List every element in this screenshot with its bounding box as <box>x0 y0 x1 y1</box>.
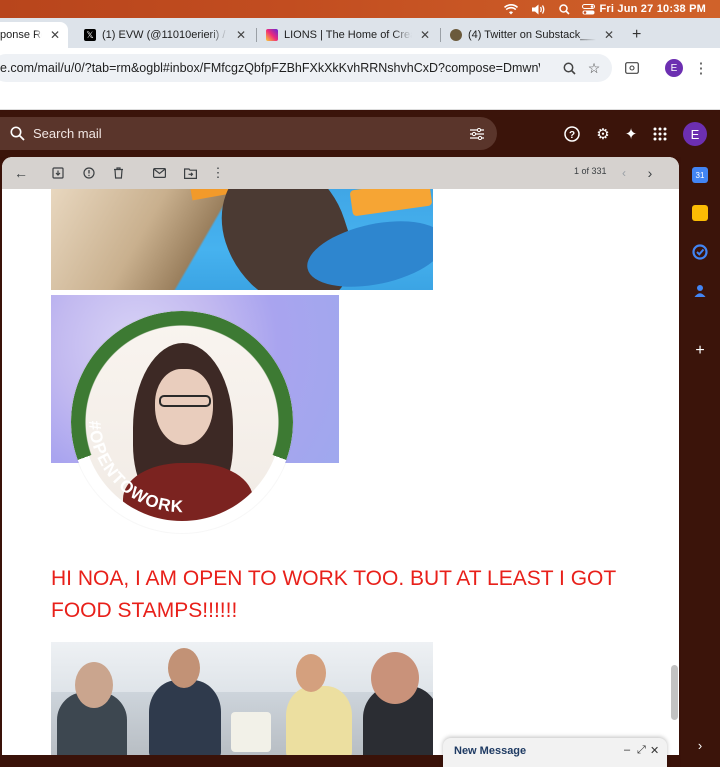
zoom-icon[interactable] <box>558 57 580 79</box>
google-apps-icon[interactable] <box>649 123 671 145</box>
browser-profile-avatar[interactable]: E <box>665 59 683 77</box>
browser-tab-strip: ponse Re: ✕ 𝕏 (1) EVW (@11010erieri) / X… <box>0 18 720 48</box>
close-icon[interactable]: ✕ <box>420 28 430 42</box>
compose-title[interactable]: New Message <box>454 745 526 757</box>
help-icon[interactable]: ? <box>561 123 583 145</box>
mail-reading-pane: ← ⋮ 1 of 331 ‹ › #OPENTOWORK HI NOA, I A… <box>2 157 679 755</box>
tasks-icon[interactable] <box>692 244 708 260</box>
menubar-clock[interactable]: Fri Jun 27 10:38 PM <box>599 2 706 16</box>
gemini-sparkle-icon[interactable]: ✦ <box>620 123 642 145</box>
minimize-icon[interactable]: – <box>624 744 630 756</box>
address-url[interactable]: e.com/mail/u/0/?tab=rm&ogbl#inbox/FMfcgz… <box>0 61 540 75</box>
move-to-folder-icon[interactable] <box>180 163 200 183</box>
tab-substack[interactable]: (4) Twitter on Substack___La ✕ <box>442 22 622 48</box>
mark-unread-icon[interactable] <box>149 163 169 183</box>
tab-lions[interactable]: LIONS | The Home of Creativi ✕ <box>258 22 438 48</box>
tab-gmail[interactable]: ponse Re: ✕ <box>0 22 68 48</box>
close-icon[interactable]: ✕ <box>604 28 614 42</box>
add-addon-icon[interactable]: + <box>692 342 708 359</box>
mail-action-toolbar: ← ⋮ 1 of 331 ‹ › <box>2 157 679 189</box>
new-message-compose-bar[interactable]: New Message – ⤢ ✕ <box>443 738 667 767</box>
search-placeholder[interactable]: Search mail <box>33 126 102 141</box>
expand-icon[interactable]: ⤢ <box>637 744 646 757</box>
address-bar[interactable]: e.com/mail/u/0/?tab=rm&ogbl#inbox/FMfcgz… <box>0 54 612 82</box>
contacts-icon[interactable] <box>692 283 708 299</box>
search-icon[interactable] <box>10 126 25 141</box>
instagram-icon <box>266 29 278 41</box>
message-pager: 1 of 331 <box>574 166 607 176</box>
tab-title: LIONS | The Home of Creativi <box>284 29 412 41</box>
wifi-icon[interactable] <box>504 2 518 16</box>
tab-divider <box>256 28 257 42</box>
open-to-work-text: #OPENTOWORK <box>85 420 184 517</box>
cartoon-twitter-bird-image <box>51 189 433 290</box>
gmail-header: Search mail ? ⚙ ✦ <box>0 111 720 157</box>
new-tab-button[interactable]: + <box>624 22 646 48</box>
search-mail-bar[interactable]: Search mail <box>0 117 497 150</box>
archive-icon[interactable] <box>48 163 68 183</box>
chevron-right-icon[interactable]: › <box>640 163 660 183</box>
tab-title: (4) Twitter on Substack___La <box>468 29 596 41</box>
message-text: HI NOA, I AM OPEN TO WORK TOO. BUT AT LE… <box>51 563 661 627</box>
keep-icon[interactable] <box>692 205 708 221</box>
x-logo-icon: 𝕏 <box>84 29 96 41</box>
substack-avatar-icon <box>450 29 462 41</box>
event-photo <box>51 642 433 755</box>
chevron-left-icon[interactable]: ‹ <box>614 163 634 183</box>
open-to-work-label: #OPENTOWORK <box>85 420 185 517</box>
calendar-icon[interactable]: 31 <box>692 167 708 183</box>
side-panel-rail: 31 + › <box>681 157 720 767</box>
svg-text:?: ? <box>569 130 575 141</box>
close-icon[interactable]: ✕ <box>50 28 60 42</box>
report-spam-icon[interactable] <box>79 163 99 183</box>
volume-icon[interactable] <box>531 2 546 16</box>
mac-menubar: Fri Jun 27 10:38 PM <box>0 0 720 18</box>
more-options-icon[interactable]: ⋮ <box>208 163 228 183</box>
close-icon[interactable]: ✕ <box>650 744 659 757</box>
search-options-icon[interactable] <box>470 128 484 140</box>
control-center-icon[interactable] <box>582 2 595 16</box>
tab-title: (1) EVW (@11010erieri) / X <box>102 29 228 41</box>
browser-toolbar: e.com/mail/u/0/?tab=rm&ogbl#inbox/FMfcgz… <box>0 48 720 110</box>
message-line: HI NOA, I AM OPEN TO WORK TOO. BUT AT LE… <box>51 567 617 590</box>
tab-x-evw[interactable]: 𝕏 (1) EVW (@11010erieri) / X ✕ <box>76 22 254 48</box>
scrollbar-thumb[interactable] <box>671 665 678 720</box>
search-icon[interactable] <box>559 2 570 16</box>
message-line: FOOD STAMPS!!!!!! <box>51 599 238 622</box>
tab-title: ponse Re: <box>0 29 42 41</box>
google-account-avatar[interactable]: E <box>683 122 707 146</box>
svg-text:#OPENTOWORK: #OPENTOWORK <box>85 420 185 517</box>
tab-search-icon[interactable] <box>621 57 643 79</box>
settings-gear-icon[interactable]: ⚙ <box>592 123 614 145</box>
back-arrow-icon[interactable]: ← <box>11 163 31 183</box>
chevron-right-icon[interactable]: › <box>692 737 708 753</box>
bookmark-star-icon[interactable]: ☆ <box>583 57 605 79</box>
delete-trash-icon[interactable] <box>108 163 128 183</box>
tab-divider <box>440 28 441 42</box>
close-icon[interactable]: ✕ <box>236 28 246 42</box>
browser-menu-icon[interactable]: ⋮ <box>690 57 712 79</box>
email-body: #OPENTOWORK HI NOA, I AM OPEN TO WORK TO… <box>2 189 679 755</box>
